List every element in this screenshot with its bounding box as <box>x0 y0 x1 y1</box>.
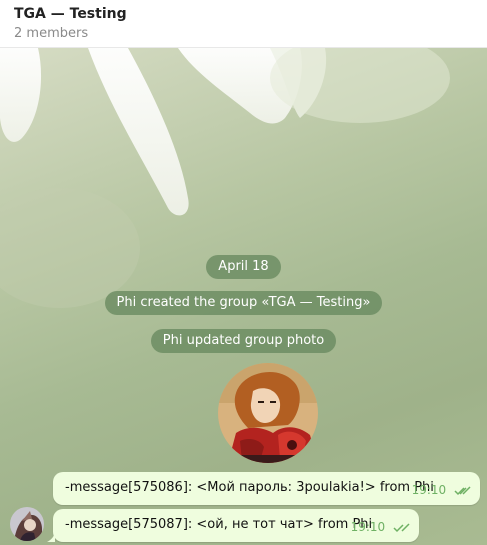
bubble-tail <box>47 532 55 542</box>
message-bubble[interactable]: -message[575087]: <ой, не тот чат> from … <box>47 509 419 542</box>
message-text: -message[575087]: <ой, не тот чат> from … <box>65 517 373 532</box>
date-pill: April 18 <box>206 255 281 279</box>
message-meta: 19:10 <box>412 483 472 499</box>
message-text: -message[575086]: <Мой пароль: 3poulakia… <box>65 480 434 495</box>
member-count: 2 members <box>14 26 89 41</box>
message-time: 19:10 <box>411 483 447 497</box>
photo-updated-pill: Phi updated group photo <box>150 329 337 353</box>
chat-header[interactable]: TGA — Testing 2 members <box>0 0 487 48</box>
service-photo-updated: Phi updated group photo <box>0 329 487 353</box>
message-time: 19:10 <box>350 520 386 534</box>
message-list[interactable]: April 18 Phi created the group «TGA — Te… <box>0 48 487 545</box>
message-bubble[interactable]: -message[575086]: <Мой пароль: 3poulakia… <box>53 472 480 505</box>
double-check-icon <box>454 485 472 499</box>
sender-avatar[interactable] <box>10 507 44 541</box>
message-meta: 19:10 <box>351 520 411 536</box>
group-photo[interactable] <box>218 363 318 463</box>
double-check-icon <box>393 522 411 536</box>
service-date: April 18 <box>0 255 487 279</box>
service-group-created: Phi created the group «TGA — Testing» <box>0 291 487 315</box>
chat-title[interactable]: TGA — Testing <box>14 6 127 22</box>
group-created-pill: Phi created the group «TGA — Testing» <box>104 291 383 315</box>
